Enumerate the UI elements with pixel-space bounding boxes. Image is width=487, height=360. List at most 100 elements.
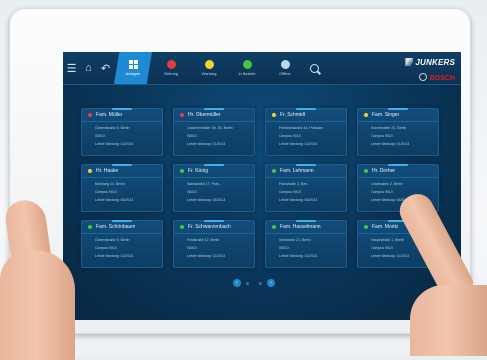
- card-header: Fam. Singer: [358, 109, 438, 122]
- postal-code: Campus 9010: [371, 134, 393, 138]
- customer-name: Fr. Schwarzenbach: [188, 224, 231, 230]
- tab-stoerung[interactable]: Störung: [152, 52, 190, 84]
- address: Parkstraße 3, Berl...: [279, 182, 311, 186]
- tab-label: Anlagen: [125, 71, 141, 76]
- card-header: Fam. Müller: [82, 109, 162, 122]
- card-header: Fam. Schönbaum: [82, 221, 162, 234]
- installation-card[interactable]: Fam. Singer Sonnenallee 21, Berlin Campu…: [357, 108, 439, 156]
- status-dot-icon: [180, 169, 184, 173]
- next-page-button[interactable]: ›: [267, 279, 275, 287]
- status-dot-icon: [364, 113, 368, 117]
- last-service: Letzte Wartung: 11/2013: [95, 254, 133, 258]
- installation-card[interactable]: Fam. Müller Gartenstraße 5, Berlin 06010…: [81, 108, 163, 156]
- status-dot-icon: [364, 225, 368, 229]
- address: Seestraße 21, Berlin: [279, 238, 311, 242]
- customer-name: Hr. Dreher: [372, 168, 396, 174]
- address: Lindenallee 2, Berlin: [371, 182, 403, 186]
- installation-card[interactable]: Fam. Schönbaum Gartenstraße 9, Berlin Ca…: [81, 220, 163, 268]
- last-service: Letzte Wartung: 06/2013: [95, 198, 134, 202]
- status-dot-icon: [180, 225, 184, 229]
- status-yellow-icon: [204, 60, 214, 69]
- address: Gartenstraße 5, Berlin: [95, 126, 130, 130]
- brand-logos: JUNKERS BOSCH: [405, 58, 455, 82]
- search-icon[interactable]: [310, 63, 319, 73]
- home-icon[interactable]: ⌂: [80, 56, 97, 80]
- customer-name: Fam. Hasselmann: [280, 224, 321, 230]
- customer-name: Fam. Lehmann: [280, 168, 314, 174]
- customer-name: Hr. Obermüller: [188, 112, 221, 118]
- card-header: Hr. Haake: [82, 165, 162, 178]
- customer-name: Fam. Singer: [372, 112, 400, 118]
- tab-label: In Betrieb: [238, 71, 256, 76]
- postal-code: Campus 9010: [95, 246, 117, 250]
- installation-card[interactable]: Hr. Haake Mühlweg 14, Berlin Campus 9010…: [81, 164, 163, 212]
- bosch-ring-icon: [418, 73, 427, 81]
- last-service: Letzte Wartung: 11/2013: [279, 254, 317, 258]
- status-dot-icon: [272, 225, 276, 229]
- postal-code: Campus 9010: [371, 190, 393, 194]
- installation-card[interactable]: Fr. Schmidt Friedrichstraße 44, Potsdam …: [265, 108, 347, 156]
- last-service: Letzte Wartung: 11/2013: [187, 254, 225, 258]
- junkers-mark-icon: [405, 58, 414, 66]
- grid-icon: [128, 60, 138, 69]
- status-green-icon: [242, 60, 252, 69]
- card-header: Fr. Schwarzenbach: [174, 221, 254, 234]
- tab-wartung[interactable]: Wartung: [190, 52, 228, 84]
- pagination: ‹ ›: [233, 279, 275, 287]
- status-dot-icon: [180, 113, 184, 117]
- junkers-logo: JUNKERS: [405, 58, 455, 67]
- installation-card[interactable]: Fr. König Waldstraße 17, Pots... 06010 L…: [173, 164, 255, 212]
- customer-name: Fam. Moritz: [372, 224, 399, 230]
- address: Joachimsthaler Str. 30, Berlin: [187, 126, 233, 130]
- card-header: Hr. Obermüller: [174, 109, 254, 122]
- postal-code: 06010: [187, 134, 197, 138]
- status-offline-icon: [280, 60, 290, 69]
- tablet-device: ☰ ⌂ ↶ Anlagen Störung Wartung In Betrieb: [9, 8, 471, 334]
- card-header: Fr. König: [174, 165, 254, 178]
- address: Gartenstraße 9, Berlin: [95, 238, 130, 242]
- customer-name: Fam. Müller: [96, 112, 123, 118]
- tab-label: Wartung: [201, 71, 217, 76]
- status-dot-icon: [88, 169, 92, 173]
- back-icon[interactable]: ↶: [97, 56, 114, 80]
- customer-name: Fr. König: [188, 168, 209, 174]
- prev-page-button[interactable]: ‹: [233, 279, 241, 287]
- app-screen: ☰ ⌂ ↶ Anlagen Störung Wartung In Betrieb: [63, 52, 461, 320]
- status-red-icon: [166, 60, 176, 69]
- installation-card[interactable]: Hr. Obermüller Joachimsthaler Str. 30, B…: [173, 108, 255, 156]
- tab-in-betrieb[interactable]: In Betrieb: [228, 52, 266, 84]
- postal-code: 06010: [95, 134, 105, 138]
- address: Feldstraße 12, Berlin: [187, 238, 220, 242]
- address: Mühlweg 14, Berlin: [95, 182, 125, 186]
- postal-code: Campus 9010: [279, 190, 301, 194]
- last-service: Letzte Wartung: 06/2013: [187, 198, 226, 202]
- card-header: Fam. Hasselmann: [266, 221, 346, 234]
- menu-icon[interactable]: ☰: [63, 56, 80, 80]
- installation-card[interactable]: Fam. Lehmann Parkstraße 3, Berl... Campu…: [265, 164, 347, 212]
- postal-code: 06010: [279, 246, 289, 250]
- last-service: Letzte Wartung: 01/2014: [187, 142, 226, 146]
- tab-offline[interactable]: Offline: [266, 52, 304, 84]
- bosch-logo: BOSCH: [405, 73, 455, 82]
- right-hand: [410, 285, 487, 356]
- status-dot-icon: [272, 113, 276, 117]
- card-header: Fam. Lehmann: [266, 165, 346, 178]
- address: Waldstraße 17, Pots...: [187, 182, 222, 186]
- card-header: Fr. Schmidt: [266, 109, 346, 122]
- postal-code: Campus 9010: [279, 134, 301, 138]
- page-dot[interactable]: [259, 281, 262, 285]
- page-dot[interactable]: [246, 281, 249, 285]
- status-dot-icon: [272, 169, 276, 173]
- customer-name: Hr. Haake: [96, 168, 119, 174]
- customer-name: Fr. Schmidt: [280, 112, 306, 118]
- left-hand: [0, 250, 75, 360]
- installation-card[interactable]: Fr. Schwarzenbach Feldstraße 12, Berlin …: [173, 220, 255, 268]
- status-dot-icon: [88, 225, 92, 229]
- tab-label: Offline: [279, 71, 291, 76]
- installation-card[interactable]: Fam. Hasselmann Seestraße 21, Berlin 060…: [265, 220, 347, 268]
- card-header: Hr. Dreher: [358, 165, 438, 178]
- tab-label: Störung: [163, 71, 178, 76]
- postal-code: Campus 9010: [95, 190, 117, 194]
- tab-anlagen[interactable]: Anlagen: [114, 52, 152, 84]
- postal-code: 06010: [187, 246, 197, 250]
